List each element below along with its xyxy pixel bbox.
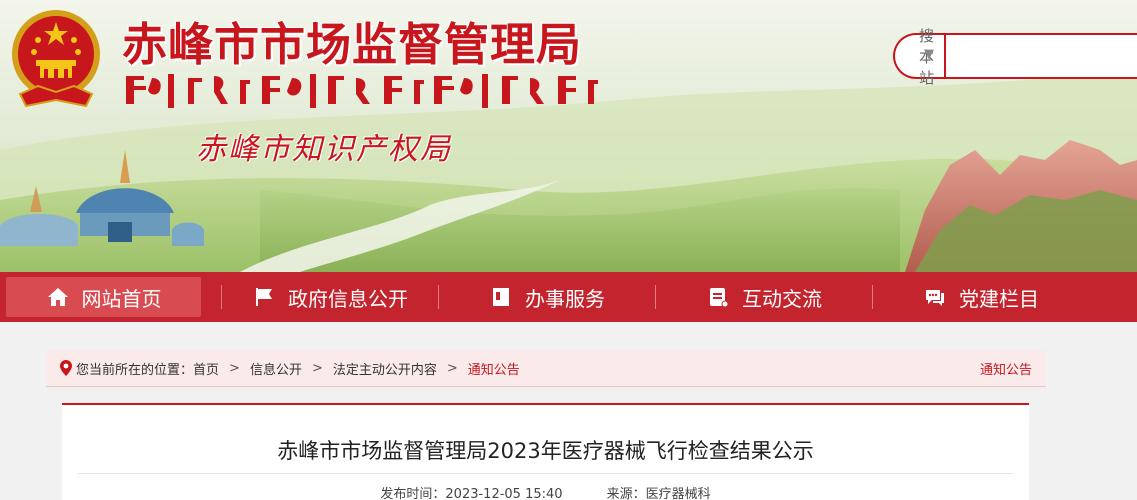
chat-icon <box>923 285 947 309</box>
chevron-down-icon: ▼ <box>924 47 934 62</box>
breadcrumb-separator: > <box>311 360 323 376</box>
nav-label: 党建栏目 <box>959 286 1039 311</box>
nav-item-interaction[interactable]: 互动交流 <box>656 272 872 322</box>
site-subtitle: 赤峰市知识产权局 <box>196 132 452 167</box>
nav-label: 网站首页 <box>81 286 162 311</box>
publish-time: 2023-12-05 15:40 <box>445 487 563 500</box>
search-input[interactable] <box>946 35 1137 77</box>
nav-label: 政府信息公开 <box>288 286 408 311</box>
search-scope-select[interactable]: 搜本站 ▼ <box>895 27 946 87</box>
breadcrumb-info-disclosure[interactable]: 信息公开 <box>250 359 302 378</box>
nav-item-gov-info[interactable]: 政府信息公开 <box>222 272 438 322</box>
header-banner: 赤峰市市场监督管理局 赤峰市知识产权局 搜本站 ▼ <box>0 0 1137 272</box>
publish-label: 发布时间： <box>380 487 446 500</box>
title-divider <box>78 473 1013 474</box>
source-label: 来源： <box>606 487 646 500</box>
notepad-icon <box>706 285 730 309</box>
mongolian-script-title <box>126 74 598 108</box>
breadcrumb-statutory-content[interactable]: 法定主动公开内容 <box>333 359 437 378</box>
section-label[interactable]: 通知公告 <box>980 359 1032 378</box>
article-source: 医疗器械科 <box>645 487 711 500</box>
home-icon <box>46 285 70 309</box>
main-nav: 网站首页 政府信息公开 办事服务 互动交流 党建栏目 <box>0 272 1137 322</box>
nav-item-services[interactable]: 办事服务 <box>439 272 655 322</box>
article-panel: 赤峰市市场监督管理局2023年医疗器械飞行检查结果公示 发布时间：2023-12… <box>62 403 1029 500</box>
location-pin-icon <box>60 360 72 376</box>
breadcrumb-separator: > <box>229 360 240 376</box>
article-meta: 发布时间：2023-12-05 15:40 来源：医疗器械科 <box>62 483 1029 500</box>
nav-item-home[interactable]: 网站首页 <box>6 277 201 317</box>
breadcrumb-home[interactable]: 首页 <box>193 359 219 378</box>
national-emblem-logo <box>12 10 100 108</box>
site-search: 搜本站 ▼ <box>893 27 1137 87</box>
breadcrumb-prefix: 您当前所在的位置： <box>76 362 194 378</box>
nav-label: 互动交流 <box>742 286 822 311</box>
breadcrumb: 您当前所在的位置： 首页 > 信息公开 > 法定主动公开内容 > 通知公告 通知… <box>46 350 1046 387</box>
site-title: 赤峰市市场监督管理局 <box>122 18 583 71</box>
nav-item-party[interactable]: 党建栏目 <box>873 272 1089 322</box>
flag-icon <box>252 285 276 309</box>
document-icon <box>489 285 513 309</box>
article-title: 赤峰市市场监督管理局2023年医疗器械飞行检查结果公示 <box>277 439 814 463</box>
nav-label: 办事服务 <box>525 286 605 311</box>
breadcrumb-notices[interactable]: 通知公告 <box>468 359 520 378</box>
breadcrumb-separator: > <box>446 360 458 376</box>
